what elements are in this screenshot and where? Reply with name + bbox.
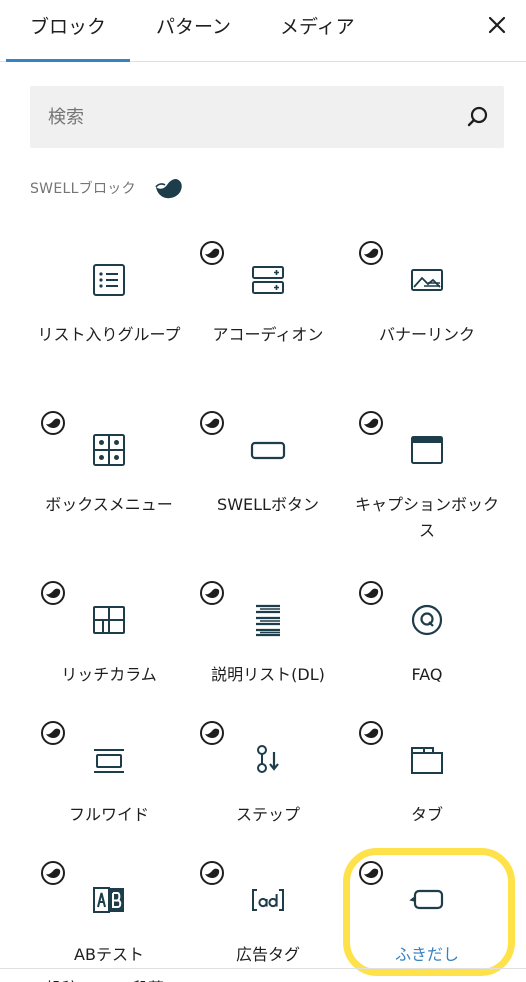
swell-badge-icon	[200, 241, 224, 265]
button-icon	[250, 441, 286, 460]
tab-media[interactable]: メディア	[280, 12, 355, 39]
swell-badge-icon	[200, 861, 224, 885]
block-label: ステップ	[235, 805, 300, 824]
next-section-peek: 投稿 段落	[0, 968, 526, 982]
tab-patterns[interactable]: パターン	[156, 12, 231, 39]
block-label: タブ	[410, 805, 443, 824]
block-label: バナーリンク	[378, 325, 475, 344]
caption-box-icon	[411, 436, 443, 464]
block-label: ボックスメニュー	[45, 495, 173, 514]
block-label: キャプションボックス	[354, 495, 499, 540]
swell-badge-icon	[41, 411, 65, 435]
block-ad-tag[interactable]: 広告タグ	[189, 856, 347, 982]
swell-badge-icon	[41, 721, 65, 745]
swell-badge-icon	[41, 861, 65, 885]
speech-balloon-icon	[409, 889, 444, 910]
description-list-icon	[256, 604, 280, 637]
swell-badge-icon	[359, 721, 383, 745]
swell-badge-icon	[359, 581, 383, 605]
ad-tag-icon	[252, 889, 284, 911]
swell-badge-icon	[200, 581, 224, 605]
close-icon	[488, 16, 506, 34]
faq-icon	[411, 604, 443, 636]
block-label: ABテスト	[74, 945, 144, 964]
search-input[interactable]	[30, 86, 450, 148]
search-box	[30, 86, 504, 148]
list-icon	[93, 264, 125, 296]
search-icon[interactable]	[466, 105, 490, 129]
box-menu-icon	[93, 434, 125, 466]
block-label: SWELLボタン	[217, 495, 319, 514]
block-label: ふきだし	[394, 945, 459, 964]
partial-block-label: 段落	[132, 975, 164, 982]
block-step[interactable]: ステップ	[189, 716, 347, 856]
partial-block-label: 投稿	[46, 975, 78, 982]
section-title: SWELLブロック	[30, 181, 136, 197]
swell-logo-icon	[155, 179, 182, 199]
tab-blocks[interactable]: ブロック	[30, 12, 106, 39]
block-label: アコーディオン	[212, 325, 324, 344]
swell-badge-icon	[41, 581, 65, 605]
full-wide-icon	[94, 749, 124, 773]
block-ab-test[interactable]: ABテスト	[30, 856, 188, 982]
block-tab[interactable]: タブ	[348, 716, 506, 856]
swell-badge-icon	[200, 411, 224, 435]
block-label: 説明リスト(DL)	[211, 665, 325, 684]
block-caption-box[interactable]: キャプションボックス	[348, 406, 506, 546]
swell-badge-icon	[359, 861, 383, 885]
block-full-wide[interactable]: フルワイド	[30, 716, 188, 856]
banner-icon	[411, 269, 443, 291]
block-label: リッチカラム	[61, 665, 157, 684]
block-box-menu[interactable]: ボックスメニュー	[30, 406, 188, 546]
block-faq[interactable]: FAQ	[348, 576, 506, 716]
swell-badge-icon	[359, 241, 383, 265]
block-label: FAQ	[411, 665, 443, 684]
block-swell-button[interactable]: SWELLボタン	[189, 406, 347, 546]
columns-icon	[93, 606, 125, 634]
section-header: SWELLブロック	[30, 176, 184, 200]
inserter-tabs: ブロック パターン メディア	[0, 0, 526, 62]
block-label: リスト入りグループ	[37, 325, 181, 344]
swell-badge-icon	[359, 411, 383, 435]
tab-icon	[411, 747, 443, 774]
accordion-icon	[252, 266, 284, 294]
block-banner-link[interactable]: バナーリンク	[348, 236, 506, 376]
block-label: 広告タグ	[235, 945, 300, 964]
block-description-list[interactable]: 説明リスト(DL)	[189, 576, 347, 716]
swell-badge-icon	[200, 721, 224, 745]
block-list-group[interactable]: リスト入りグループ	[30, 236, 188, 376]
active-tab-indicator	[6, 59, 130, 62]
block-speech-balloon[interactable]: ふきだし	[348, 856, 506, 982]
close-button[interactable]	[480, 8, 514, 42]
block-label: フルワイド	[68, 805, 149, 824]
block-rich-column[interactable]: リッチカラム	[30, 576, 188, 716]
ab-test-icon	[93, 887, 124, 913]
step-icon	[257, 745, 279, 773]
block-accordion[interactable]: アコーディオン	[189, 236, 347, 376]
